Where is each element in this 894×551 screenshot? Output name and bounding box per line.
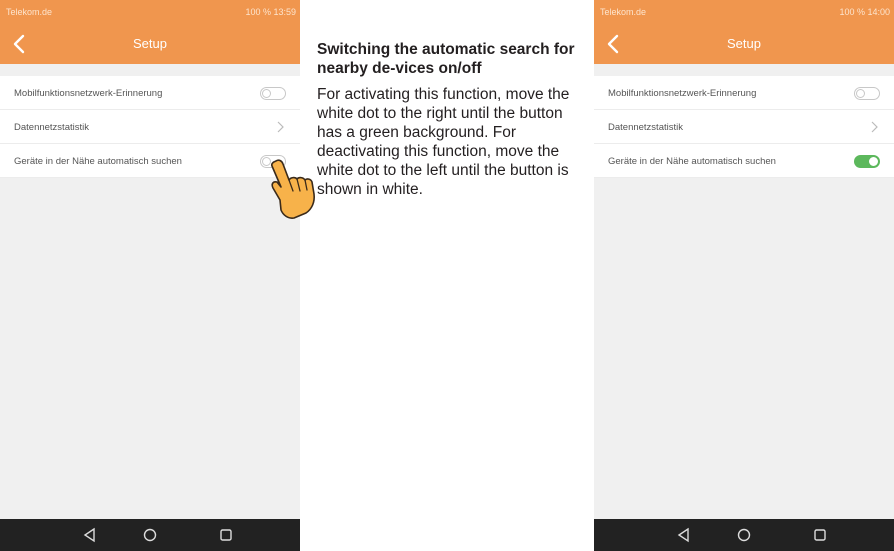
chevron-right-icon[interactable] (276, 121, 284, 133)
square-recent-icon[interactable] (812, 527, 828, 543)
status-bar: Telekom.de 100 % 13:59 (0, 0, 300, 24)
setting-row-data-statistics[interactable]: Datennetzstatistik (0, 110, 300, 144)
carrier-name: Telekom.de (600, 7, 647, 17)
triangle-back-icon[interactable] (82, 527, 98, 543)
android-nav-bar (594, 519, 894, 551)
triangle-back-icon[interactable] (676, 527, 692, 543)
page-title: Setup (133, 36, 167, 51)
setting-row-data-statistics[interactable]: Datennetzstatistik (594, 110, 894, 144)
setting-row-network-reminder[interactable]: Mobilfunktionsnetzwerk-Erinnerung (594, 76, 894, 110)
setting-row-nearby-devices[interactable]: Geräte in der Nähe automatisch suchen (594, 144, 894, 178)
pointing-hand-icon (270, 159, 315, 219)
setting-label: Mobilfunktionsnetzwerk-Erinnerung (14, 88, 163, 99)
setting-label: Geräte in der Nähe automatisch suchen (608, 156, 776, 167)
instruction-heading: Switching the automatic search for nearb… (317, 41, 575, 77)
toggle-knob (856, 89, 865, 98)
toggle-knob (869, 157, 878, 166)
setting-label: Geräte in der Nähe automatisch suchen (14, 156, 182, 167)
setting-label: Datennetzstatistik (14, 122, 89, 133)
toggle-knob (262, 89, 271, 98)
network-reminder-toggle[interactable] (260, 87, 286, 100)
carrier-name: Telekom.de (6, 7, 53, 17)
app-bar: Setup (0, 24, 300, 64)
setting-row-network-reminder[interactable]: Mobilfunktionsnetzwerk-Erinnerung (0, 76, 300, 110)
status-indicators: 100 % 13:59 (245, 7, 296, 17)
instruction-text: Switching the automatic search for nearb… (317, 40, 589, 199)
square-recent-icon[interactable] (218, 527, 234, 543)
settings-list: Mobilfunktionsnetzwerk-Erinnerung Datenn… (0, 76, 300, 178)
settings-list: Mobilfunktionsnetzwerk-Erinnerung Datenn… (594, 76, 894, 178)
page-title: Setup (727, 36, 761, 51)
status-bar: Telekom.de 100 % 14:00 (594, 0, 894, 24)
instruction-body: For activating this function, move the w… (317, 86, 570, 198)
phone-screenshot-before: Telekom.de 100 % 13:59 Setup Mobilfunkti… (0, 0, 300, 551)
setting-row-nearby-devices[interactable]: Geräte in der Nähe automatisch suchen (0, 144, 300, 178)
setting-label: Datennetzstatistik (608, 122, 683, 133)
status-indicators: 100 % 14:00 (839, 7, 890, 17)
chevron-right-icon[interactable] (870, 121, 878, 133)
instruction-page: Telekom.de 100 % 13:59 Setup Mobilfunkti… (0, 0, 894, 551)
app-bar: Setup (594, 24, 894, 64)
phone-screenshot-after: Telekom.de 100 % 14:00 Setup Mobilfunkti… (594, 0, 894, 551)
setting-label: Mobilfunktionsnetzwerk-Erinnerung (608, 88, 757, 99)
circle-home-icon[interactable] (736, 527, 752, 543)
network-reminder-toggle[interactable] (854, 87, 880, 100)
nearby-devices-toggle[interactable] (854, 155, 880, 168)
circle-home-icon[interactable] (142, 527, 158, 543)
android-nav-bar (0, 519, 300, 551)
